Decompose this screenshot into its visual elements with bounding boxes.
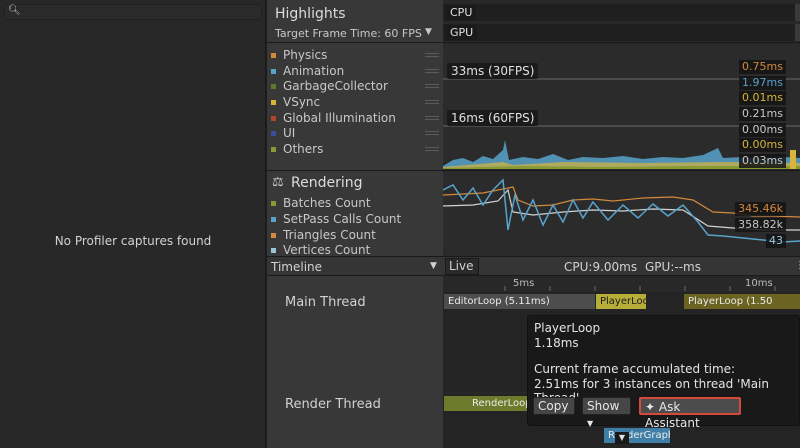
show-label: Show: [587, 399, 620, 413]
drag-handle-icon[interactable]: [425, 131, 439, 135]
gpu-highlight-marker: [795, 24, 800, 41]
live-toggle-button[interactable]: Live: [445, 258, 479, 275]
target-frame-dropdown[interactable]: Target Frame Time: 60 FPS ▼: [275, 27, 432, 40]
cpu-highlight-lane: [443, 4, 800, 21]
tooltip-duration: 1.18ms: [534, 336, 579, 350]
cpu-highlight-tag: CPU: [446, 5, 477, 20]
copy-button[interactable]: Copy: [533, 397, 575, 415]
render-thread-label: Render Thread: [285, 397, 381, 412]
tick-label: 10ms: [745, 278, 773, 289]
value-triangles: 345.46k: [735, 202, 786, 216]
cpu-current-frame-bar: [790, 150, 796, 169]
legend-swatch: [271, 247, 276, 253]
show-dropdown[interactable]: Show ▼: [582, 397, 631, 428]
legend-label: Vertices Count: [283, 243, 371, 257]
legend-swatch: [271, 99, 276, 105]
more-options-icon[interactable]: ⋮: [795, 260, 800, 271]
legend-label: GarbageCollector: [283, 79, 388, 93]
legend-label: Others: [283, 142, 324, 156]
legend-batches-count[interactable]: Batches Count: [271, 196, 371, 210]
legend-label: Animation: [283, 64, 345, 78]
legend-swatch: [271, 232, 276, 238]
rendering-icon: ⚖︎: [272, 175, 284, 190]
legend-swatch: [271, 130, 276, 136]
legend-swatch: [271, 83, 276, 89]
drag-handle-icon[interactable]: [425, 116, 439, 120]
legend-animation[interactable]: Animation: [271, 64, 344, 78]
drag-handle-icon[interactable]: [425, 84, 439, 88]
timeline-toolbar: Timeline ▼ Live CPU:9.00ms GPU:--ms ⋮: [267, 256, 800, 276]
marker-30fps-label: 33ms (30FPS): [447, 63, 539, 79]
legend-label: VSync: [283, 95, 321, 109]
chevron-down-icon: ▼: [430, 261, 437, 271]
no-captures-message: No Profiler captures found: [54, 234, 212, 248]
target-frame-label: Target Frame Time: 60 FPS: [275, 27, 422, 40]
legend-others[interactable]: Others: [271, 142, 323, 156]
value-global-illumination: 0.00ms: [739, 123, 786, 137]
legend-swatch: [271, 146, 276, 152]
value-vsync: 0.01ms: [739, 91, 786, 105]
legend-swatch: [271, 216, 276, 222]
captures-panel: 🔍︎ No Profiler captures found: [0, 0, 266, 448]
legend-label: UI: [283, 126, 296, 140]
legend-vsync[interactable]: VSync: [271, 95, 320, 109]
tooltip-accum-label: Current frame accumulated time:: [534, 362, 736, 376]
legend-triangles-count[interactable]: Triangles Count: [271, 228, 376, 242]
cpu-highlight-marker: [795, 4, 800, 21]
legend-global-illumination[interactable]: Global Illumination: [271, 111, 396, 125]
drag-handle-icon[interactable]: [425, 69, 439, 73]
value-others: 0.03ms: [739, 154, 786, 168]
gpu-highlight-lane: [443, 24, 800, 41]
main-thread-label: Main Thread: [285, 295, 366, 310]
gpu-time-stat: GPU:--ms: [645, 260, 701, 274]
value-vertices: 358.82k: [735, 218, 786, 232]
legend-label: SetPass Calls Count: [283, 212, 402, 226]
legend-physics[interactable]: Physics: [271, 48, 327, 62]
legend-setpass-calls[interactable]: SetPass Calls Count: [271, 212, 401, 226]
ask-assistant-button[interactable]: ✦ Ask Assistant: [639, 397, 741, 430]
tooltip-title: PlayerLoop: [534, 321, 601, 335]
editor-loop-bar[interactable]: EditorLoop (5.11ms): [444, 294, 595, 309]
sparkle-icon: ✦: [645, 400, 656, 414]
legend-swatch: [271, 68, 276, 74]
gpu-highlight-tag: GPU: [446, 25, 478, 40]
divider: [267, 42, 800, 43]
legend-swatch: [271, 115, 276, 121]
legend-label: Physics: [283, 48, 328, 62]
divider: [267, 170, 800, 171]
value-setpass: 43: [766, 234, 786, 248]
drag-handle-icon[interactable]: [425, 147, 439, 151]
marker-60fps-label: 16ms (60FPS): [447, 110, 539, 126]
rendering-title: Rendering: [291, 175, 363, 191]
highlights-title: Highlights: [275, 6, 346, 22]
value-garbage-collector: 0.21ms: [739, 107, 786, 121]
player-loop-bar[interactable]: PlayerLoop (1.1: [596, 294, 646, 309]
tick-label: 5ms: [513, 278, 535, 289]
legend-swatch: [271, 200, 276, 206]
value-animation: 1.97ms: [739, 76, 786, 90]
drag-handle-icon[interactable]: [425, 53, 439, 57]
legend-label: Global Illumination: [283, 111, 396, 125]
legend-label: Triangles Count: [283, 228, 376, 242]
value-ui: 0.00ms: [739, 138, 786, 152]
legend-garbage-collector[interactable]: GarbageCollector: [271, 79, 388, 93]
chevron-down-icon: ▼: [425, 27, 432, 37]
legend-label: Batches Count: [283, 196, 371, 210]
legend-vertices-count[interactable]: Vertices Count: [271, 243, 370, 257]
time-ruler[interactable]: 5ms 10ms: [443, 277, 800, 291]
drag-handle-icon[interactable]: [425, 100, 439, 104]
cpu-time-stat: CPU:9.00ms: [564, 260, 638, 274]
value-physics: 0.75ms: [739, 60, 786, 74]
chevron-down-icon: ▼: [587, 419, 594, 428]
scroll-down-icon[interactable]: ▼: [615, 432, 629, 444]
player-loop-bar-2[interactable]: PlayerLoop (1.50: [684, 294, 800, 309]
search-input[interactable]: 🔍︎: [4, 4, 262, 20]
legend-ui[interactable]: UI: [271, 126, 295, 140]
module-labels-column: Highlights Target Frame Time: 60 FPS ▼ P…: [267, 0, 443, 448]
search-icon: 🔍︎: [8, 5, 21, 16]
view-mode-label: Timeline: [271, 260, 323, 274]
legend-swatch: [271, 52, 276, 58]
